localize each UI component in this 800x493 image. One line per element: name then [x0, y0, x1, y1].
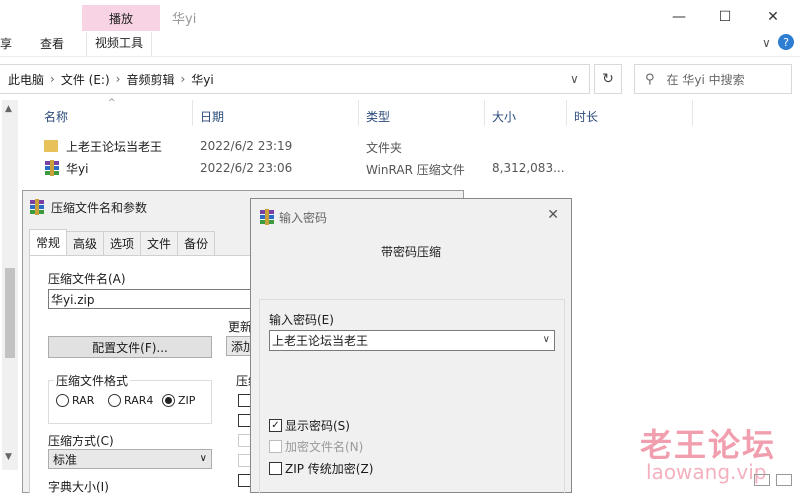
- scrollbar-thumb[interactable]: [5, 268, 15, 358]
- tab-files[interactable]: 文件: [140, 231, 179, 255]
- password-input[interactable]: 上老王论坛当老王 ∨: [269, 330, 555, 351]
- checkbox-label: 加密文件名(N): [285, 440, 364, 454]
- ribbon-divider: [0, 56, 800, 57]
- chevron-down-icon: ∨: [199, 453, 207, 464]
- nav-pane-scrollbar[interactable]: ▲ ▼: [2, 100, 18, 470]
- search-icon: ⚲: [645, 71, 655, 87]
- folder-icon: [44, 140, 58, 152]
- column-header-duration[interactable]: 时长: [574, 108, 598, 125]
- breadcrumb-audio-edit[interactable]: 音频剪辑: [126, 71, 174, 88]
- column-divider[interactable]: [358, 100, 359, 126]
- compression-method-select[interactable]: 标准 ∨: [48, 449, 212, 469]
- ribbon-tab-share[interactable]: 享: [0, 35, 12, 52]
- file-type: WinRAR 压缩文件: [366, 163, 465, 177]
- maximize-button[interactable]: ☐: [702, 4, 748, 30]
- radio-label: ZIP: [178, 394, 196, 407]
- column-divider[interactable]: [692, 100, 693, 126]
- checkbox-label: 显示密码(S): [285, 419, 350, 433]
- radio-label: RAR4: [124, 394, 154, 407]
- checkbox-icon: [269, 462, 282, 475]
- checkbox-checked-icon: ✓: [269, 419, 282, 432]
- sort-ascending-icon: ^: [108, 98, 116, 108]
- file-type: 文件夹: [366, 141, 403, 155]
- refresh-button[interactable]: ↻: [594, 64, 622, 94]
- breadcrumb-drive-e[interactable]: 文件 (E:): [61, 71, 110, 88]
- checkbox-label: ZIP 传统加密(Z): [285, 462, 374, 476]
- file-row[interactable]: 华yi: [44, 158, 684, 178]
- scroll-up-icon[interactable]: ▲: [5, 104, 12, 114]
- archive-name-input[interactable]: 华yi.zip: [48, 289, 258, 309]
- watermark-url: laowang.vip: [646, 460, 767, 484]
- tab-options[interactable]: 选项: [103, 231, 142, 255]
- help-icon[interactable]: ?: [778, 34, 794, 50]
- password-dialog-heading: 带密码压缩: [380, 245, 441, 259]
- breadcrumb-separator-icon: ›: [180, 72, 186, 86]
- breadcrumb-separator-icon: ›: [115, 72, 121, 86]
- scroll-down-icon[interactable]: ▼: [5, 452, 12, 462]
- view-large-icons-icon[interactable]: [776, 474, 792, 486]
- winrar-icon: [259, 209, 275, 225]
- radio-icon: [108, 394, 121, 407]
- column-header-type[interactable]: 类型: [366, 108, 390, 125]
- close-button[interactable]: ✕: [750, 4, 796, 30]
- breadcrumb-separator-icon: ›: [50, 72, 55, 86]
- radio-selected-icon: [162, 394, 175, 407]
- radio-label: RAR: [72, 394, 95, 407]
- winrar-icon: [29, 199, 45, 215]
- search-placeholder: 在 华yi 中搜索: [666, 72, 745, 87]
- dialog-tabs: 常规 高级 选项 文件 备份: [29, 229, 216, 255]
- search-input[interactable]: ⚲ 在 华yi 中搜索: [634, 64, 792, 94]
- compression-method-value: 标准: [53, 452, 78, 467]
- tab-general[interactable]: 常规: [29, 229, 68, 255]
- close-icon[interactable]: ✕: [547, 207, 559, 223]
- enter-password-dialog: 输入密码 ✕ 带密码压缩 输入密码(E) 上老王论坛当老王 ∨ ✓ 显示密码(S…: [250, 198, 572, 493]
- winrar-archive-icon: [44, 160, 60, 176]
- ribbon-tab-video-tools[interactable]: 视频工具: [86, 32, 153, 56]
- column-header-name[interactable]: 名称: [44, 108, 68, 125]
- format-radio-rar[interactable]: RAR: [56, 394, 94, 407]
- breadcrumb-huayi[interactable]: 华yi: [191, 71, 213, 88]
- column-header-date[interactable]: 日期: [200, 108, 224, 125]
- tab-backup[interactable]: 备份: [177, 231, 216, 255]
- file-size: 8,312,083...: [492, 161, 565, 175]
- profiles-button[interactable]: 配置文件(F)...: [48, 336, 212, 358]
- file-date: 2022/6/2 23:06: [200, 161, 293, 175]
- archive-format-label: 压缩文件格式: [54, 372, 131, 389]
- address-dropdown-icon[interactable]: ∨: [570, 72, 579, 86]
- tab-advanced[interactable]: 高级: [66, 231, 105, 255]
- ribbon-expand-icon[interactable]: ∨: [762, 36, 771, 50]
- dictionary-size-label: 字典大小(I): [48, 480, 109, 493]
- file-date: 2022/6/2 23:19: [200, 139, 293, 153]
- column-divider[interactable]: [566, 100, 567, 126]
- column-divider[interactable]: [484, 100, 485, 126]
- update-mode-label: 更新: [228, 320, 253, 334]
- archive-name-label: 压缩文件名(A): [48, 272, 126, 286]
- format-radio-rar4[interactable]: RAR4: [108, 394, 153, 407]
- show-password-checkbox[interactable]: ✓ 显示密码(S): [269, 417, 350, 434]
- compression-method-label: 压缩方式(C): [48, 434, 114, 448]
- file-row[interactable]: 上老王论坛当老王: [44, 136, 684, 156]
- checkbox-disabled-icon: [269, 440, 282, 453]
- radio-icon: [56, 394, 69, 407]
- encrypt-file-names-checkbox: 加密文件名(N): [269, 438, 363, 455]
- password-label: 输入密码(E): [269, 313, 334, 327]
- address-bar[interactable]: 此电脑 › 文件 (E:) › 音频剪辑 › 华yi ∨: [0, 64, 590, 94]
- file-name: 华yi: [66, 161, 89, 176]
- column-divider[interactable]: [192, 100, 193, 126]
- breadcrumb-this-pc[interactable]: 此电脑: [8, 71, 44, 88]
- dialog-title: 输入密码: [279, 211, 328, 225]
- zip-legacy-encryption-checkbox[interactable]: ZIP 传统加密(Z): [269, 460, 373, 477]
- minimize-button[interactable]: —: [656, 4, 702, 30]
- ribbon-context-tab-play[interactable]: 播放: [82, 5, 160, 31]
- dialog-title: 压缩文件名和参数: [51, 201, 148, 215]
- chevron-down-icon[interactable]: ∨: [543, 334, 550, 345]
- format-radio-zip[interactable]: ZIP: [162, 394, 195, 407]
- file-name: 上老王论坛当老王: [66, 139, 163, 154]
- column-header-size[interactable]: 大小: [492, 108, 516, 125]
- ribbon-tab-view[interactable]: 查看: [40, 35, 64, 52]
- password-value: 上老王论坛当老王: [272, 334, 369, 348]
- view-details-icon[interactable]: [754, 474, 770, 486]
- window-title: 华yi: [172, 12, 197, 27]
